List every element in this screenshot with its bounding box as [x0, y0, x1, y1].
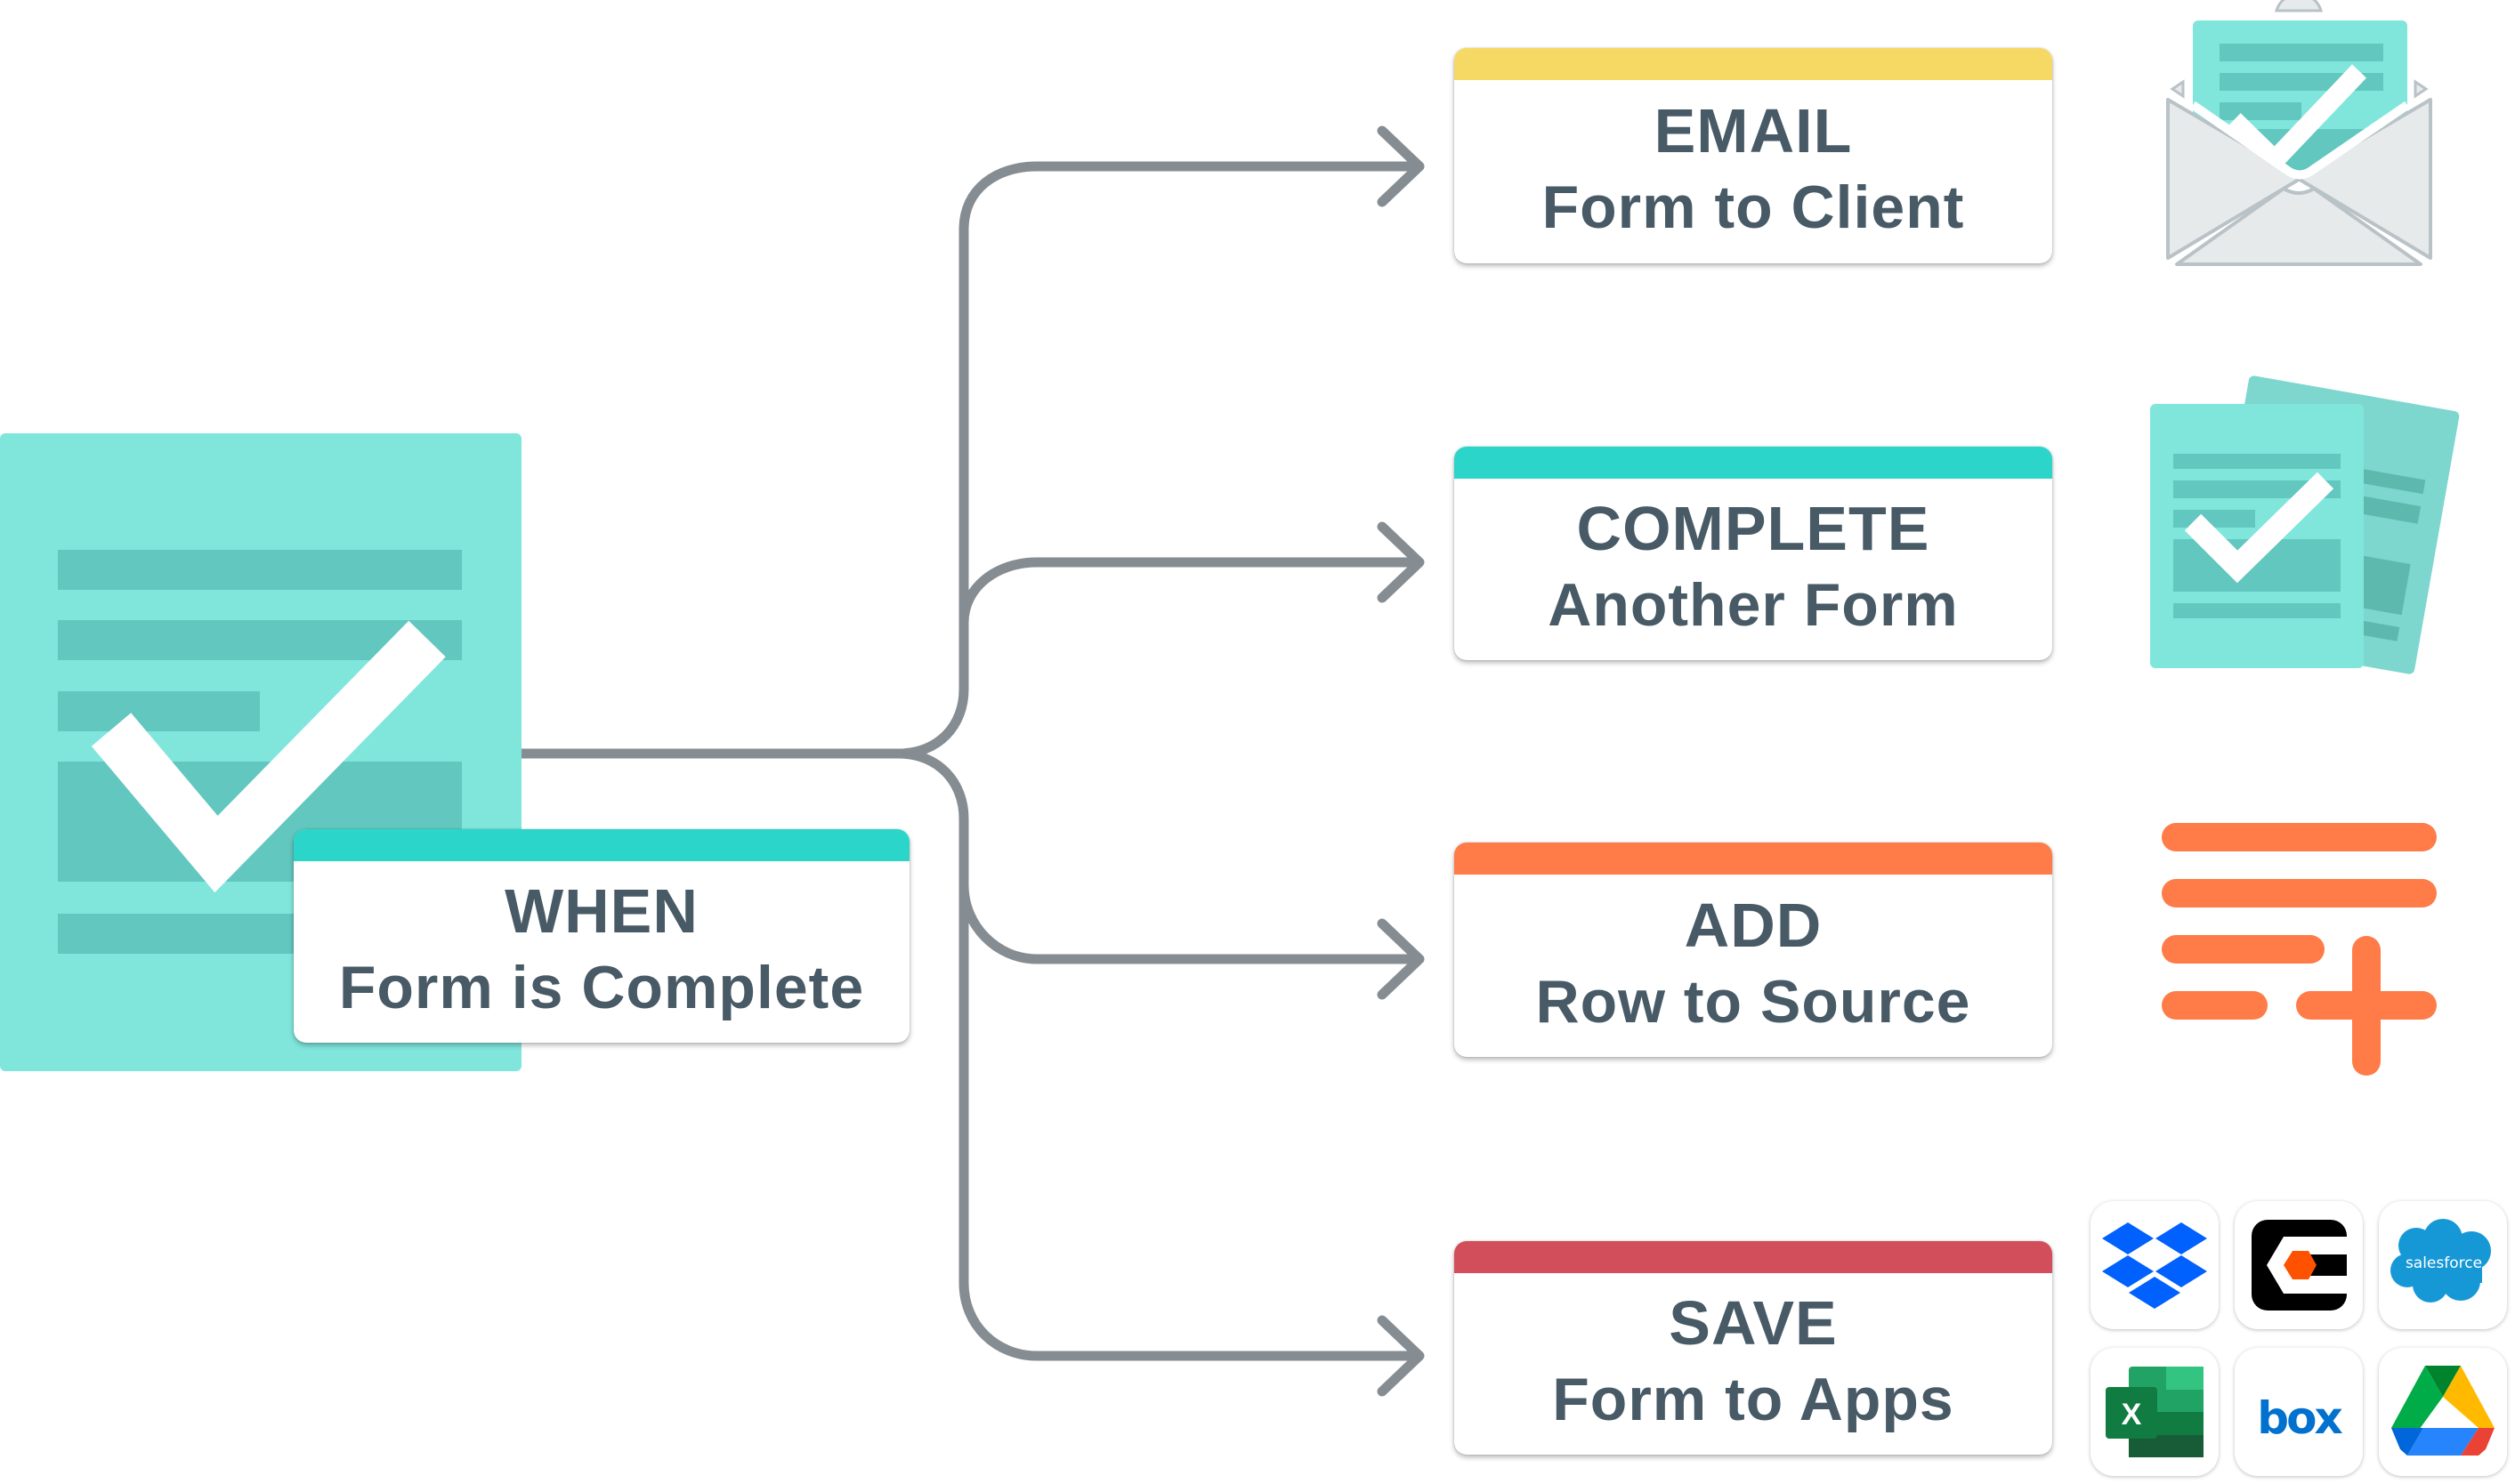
app-tile-salesforce[interactable]: salesforce	[2379, 1201, 2507, 1329]
app-tile-excel[interactable]: X	[2090, 1348, 2219, 1476]
box-icon: box	[2257, 1392, 2345, 1444]
box-label: box	[2257, 1392, 2342, 1444]
dropbox-icon	[2102, 1222, 2207, 1309]
app-tile-google-drive[interactable]	[2379, 1348, 2507, 1476]
procore-icon	[2252, 1220, 2347, 1311]
app-tile-procore[interactable]	[2235, 1201, 2363, 1329]
salesforce-icon: salesforce	[2390, 1219, 2491, 1303]
excel-label: X	[2122, 1398, 2142, 1432]
excel-icon: X	[2106, 1367, 2204, 1457]
app-tile-box[interactable]: box	[2235, 1348, 2363, 1476]
app-tile-dropbox[interactable]	[2090, 1201, 2219, 1329]
google-drive-icon	[2391, 1366, 2495, 1456]
salesforce-label: salesforce	[2406, 1254, 2482, 1272]
